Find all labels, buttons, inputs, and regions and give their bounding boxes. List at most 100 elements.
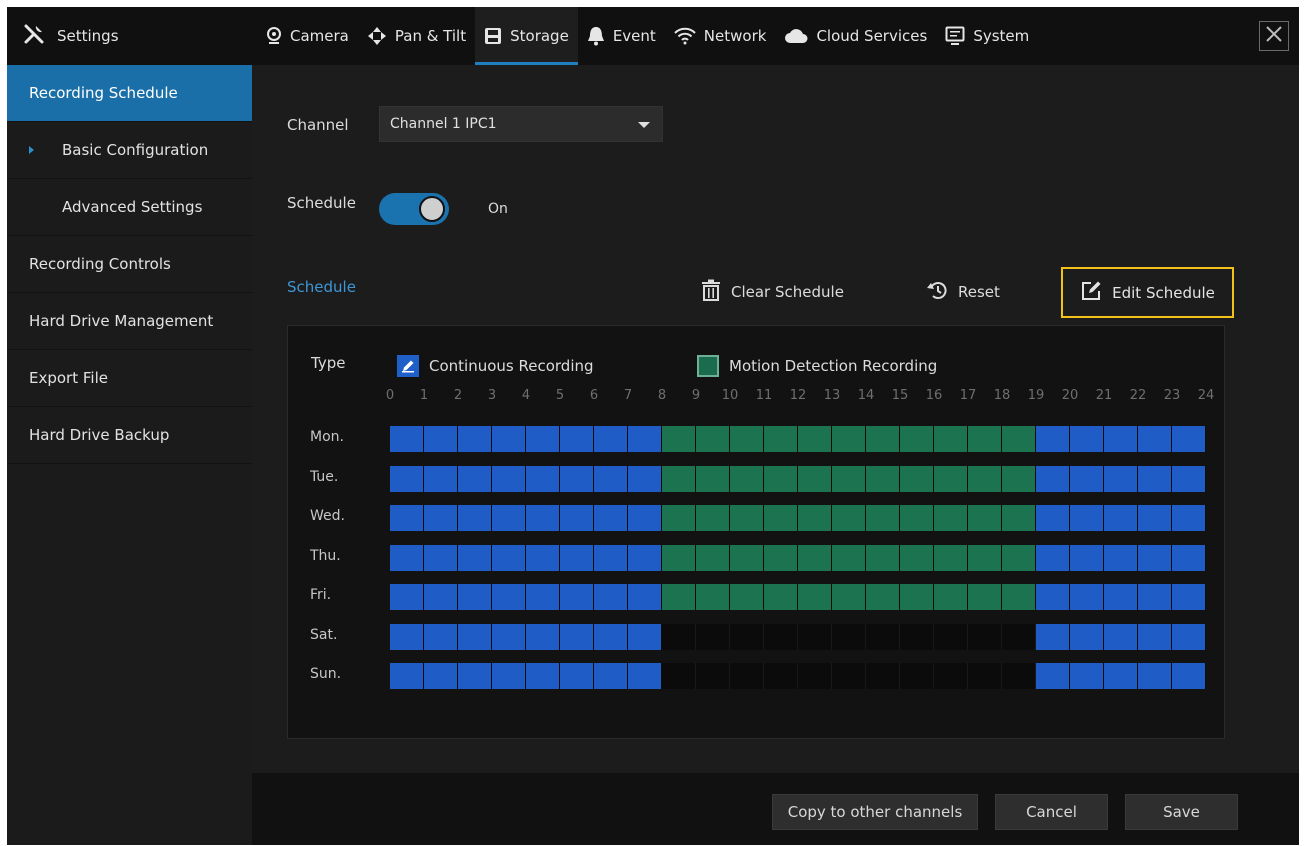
slot-continuous[interactable]	[628, 624, 662, 650]
slot-empty[interactable]	[968, 624, 1002, 650]
sidebar-item-recording-controls[interactable]: Recording Controls	[7, 236, 252, 293]
slot-continuous[interactable]	[1036, 466, 1070, 492]
slot-motion[interactable]	[662, 466, 696, 492]
slot-continuous[interactable]	[458, 624, 492, 650]
slot-continuous[interactable]	[1104, 505, 1138, 531]
sidebar-item-export-file[interactable]: Export File	[7, 350, 252, 407]
slot-motion[interactable]	[696, 545, 730, 571]
slot-continuous[interactable]	[1036, 505, 1070, 531]
slot-motion[interactable]	[900, 584, 934, 610]
slot-motion[interactable]	[798, 584, 832, 610]
slot-motion[interactable]	[798, 545, 832, 571]
slot-motion[interactable]	[662, 426, 696, 452]
slot-motion[interactable]	[1002, 505, 1036, 531]
slot-continuous[interactable]	[594, 663, 628, 689]
slot-continuous[interactable]	[628, 584, 662, 610]
slot-continuous[interactable]	[560, 545, 594, 571]
slot-continuous[interactable]	[424, 545, 458, 571]
slot-motion[interactable]	[934, 426, 968, 452]
slot-continuous[interactable]	[1104, 624, 1138, 650]
slot-continuous[interactable]	[1172, 505, 1206, 531]
legend-motion-detection-recording[interactable]: Motion Detection Recording	[697, 355, 937, 377]
slot-continuous[interactable]	[1036, 426, 1070, 452]
slot-empty[interactable]	[1002, 624, 1036, 650]
slot-motion[interactable]	[696, 584, 730, 610]
slot-motion[interactable]	[764, 584, 798, 610]
slot-continuous[interactable]	[1138, 624, 1172, 650]
slot-continuous[interactable]	[1138, 545, 1172, 571]
slot-motion[interactable]	[1002, 466, 1036, 492]
tab-pan-tilt[interactable]: Pan & Tilt	[358, 7, 475, 65]
slot-empty[interactable]	[866, 624, 900, 650]
slot-motion[interactable]	[764, 545, 798, 571]
slot-continuous[interactable]	[628, 466, 662, 492]
sidebar-item-hard-drive-management[interactable]: Hard Drive Management	[7, 293, 252, 350]
slot-empty[interactable]	[730, 624, 764, 650]
slot-motion[interactable]	[866, 426, 900, 452]
slot-continuous[interactable]	[1036, 663, 1070, 689]
slot-continuous[interactable]	[390, 505, 424, 531]
slot-continuous[interactable]	[1172, 426, 1206, 452]
slot-motion[interactable]	[1002, 545, 1036, 571]
slot-motion[interactable]	[900, 505, 934, 531]
slot-empty[interactable]	[662, 663, 696, 689]
slot-empty[interactable]	[832, 663, 866, 689]
slot-motion[interactable]	[1002, 584, 1036, 610]
slot-motion[interactable]	[730, 545, 764, 571]
channel-select[interactable]: Channel 1 IPC1	[379, 106, 663, 142]
slot-continuous[interactable]	[492, 584, 526, 610]
slot-continuous[interactable]	[390, 663, 424, 689]
slot-continuous[interactable]	[492, 545, 526, 571]
slot-continuous[interactable]	[526, 584, 560, 610]
slot-motion[interactable]	[934, 584, 968, 610]
slot-continuous[interactable]	[1104, 584, 1138, 610]
slot-continuous[interactable]	[424, 663, 458, 689]
slot-continuous[interactable]	[1070, 505, 1104, 531]
slot-continuous[interactable]	[424, 505, 458, 531]
slot-continuous[interactable]	[458, 466, 492, 492]
slot-continuous[interactable]	[1138, 426, 1172, 452]
slot-empty[interactable]	[832, 624, 866, 650]
save-button[interactable]: Save	[1125, 794, 1238, 830]
slot-continuous[interactable]	[1172, 624, 1206, 650]
slot-continuous[interactable]	[458, 545, 492, 571]
slot-empty[interactable]	[730, 663, 764, 689]
slot-continuous[interactable]	[458, 663, 492, 689]
slot-continuous[interactable]	[526, 663, 560, 689]
slot-continuous[interactable]	[390, 545, 424, 571]
slot-motion[interactable]	[866, 584, 900, 610]
slot-continuous[interactable]	[526, 545, 560, 571]
sidebar-item-advanced-settings[interactable]: Advanced Settings	[7, 179, 252, 236]
slot-continuous[interactable]	[560, 426, 594, 452]
slot-motion[interactable]	[1002, 426, 1036, 452]
slot-continuous[interactable]	[1070, 624, 1104, 650]
slot-continuous[interactable]	[1172, 663, 1206, 689]
slot-motion[interactable]	[934, 466, 968, 492]
slot-continuous[interactable]	[526, 505, 560, 531]
tab-storage[interactable]: Storage	[475, 7, 578, 65]
slot-continuous[interactable]	[628, 426, 662, 452]
slot-continuous[interactable]	[1070, 466, 1104, 492]
slot-continuous[interactable]	[390, 426, 424, 452]
slot-continuous[interactable]	[594, 505, 628, 531]
slot-continuous[interactable]	[1138, 505, 1172, 531]
slot-continuous[interactable]	[458, 584, 492, 610]
slot-continuous[interactable]	[492, 663, 526, 689]
slot-continuous[interactable]	[526, 426, 560, 452]
slot-motion[interactable]	[764, 505, 798, 531]
slot-continuous[interactable]	[1104, 426, 1138, 452]
slot-empty[interactable]	[696, 624, 730, 650]
slot-empty[interactable]	[934, 663, 968, 689]
slot-empty[interactable]	[662, 624, 696, 650]
slot-motion[interactable]	[798, 505, 832, 531]
slot-motion[interactable]	[866, 466, 900, 492]
slot-empty[interactable]	[798, 624, 832, 650]
slot-continuous[interactable]	[1104, 663, 1138, 689]
slot-continuous[interactable]	[594, 624, 628, 650]
slot-continuous[interactable]	[424, 584, 458, 610]
slot-continuous[interactable]	[560, 584, 594, 610]
sidebar-item-recording-schedule[interactable]: Recording Schedule	[7, 65, 252, 122]
slot-motion[interactable]	[900, 426, 934, 452]
slot-motion[interactable]	[968, 584, 1002, 610]
slot-motion[interactable]	[968, 426, 1002, 452]
